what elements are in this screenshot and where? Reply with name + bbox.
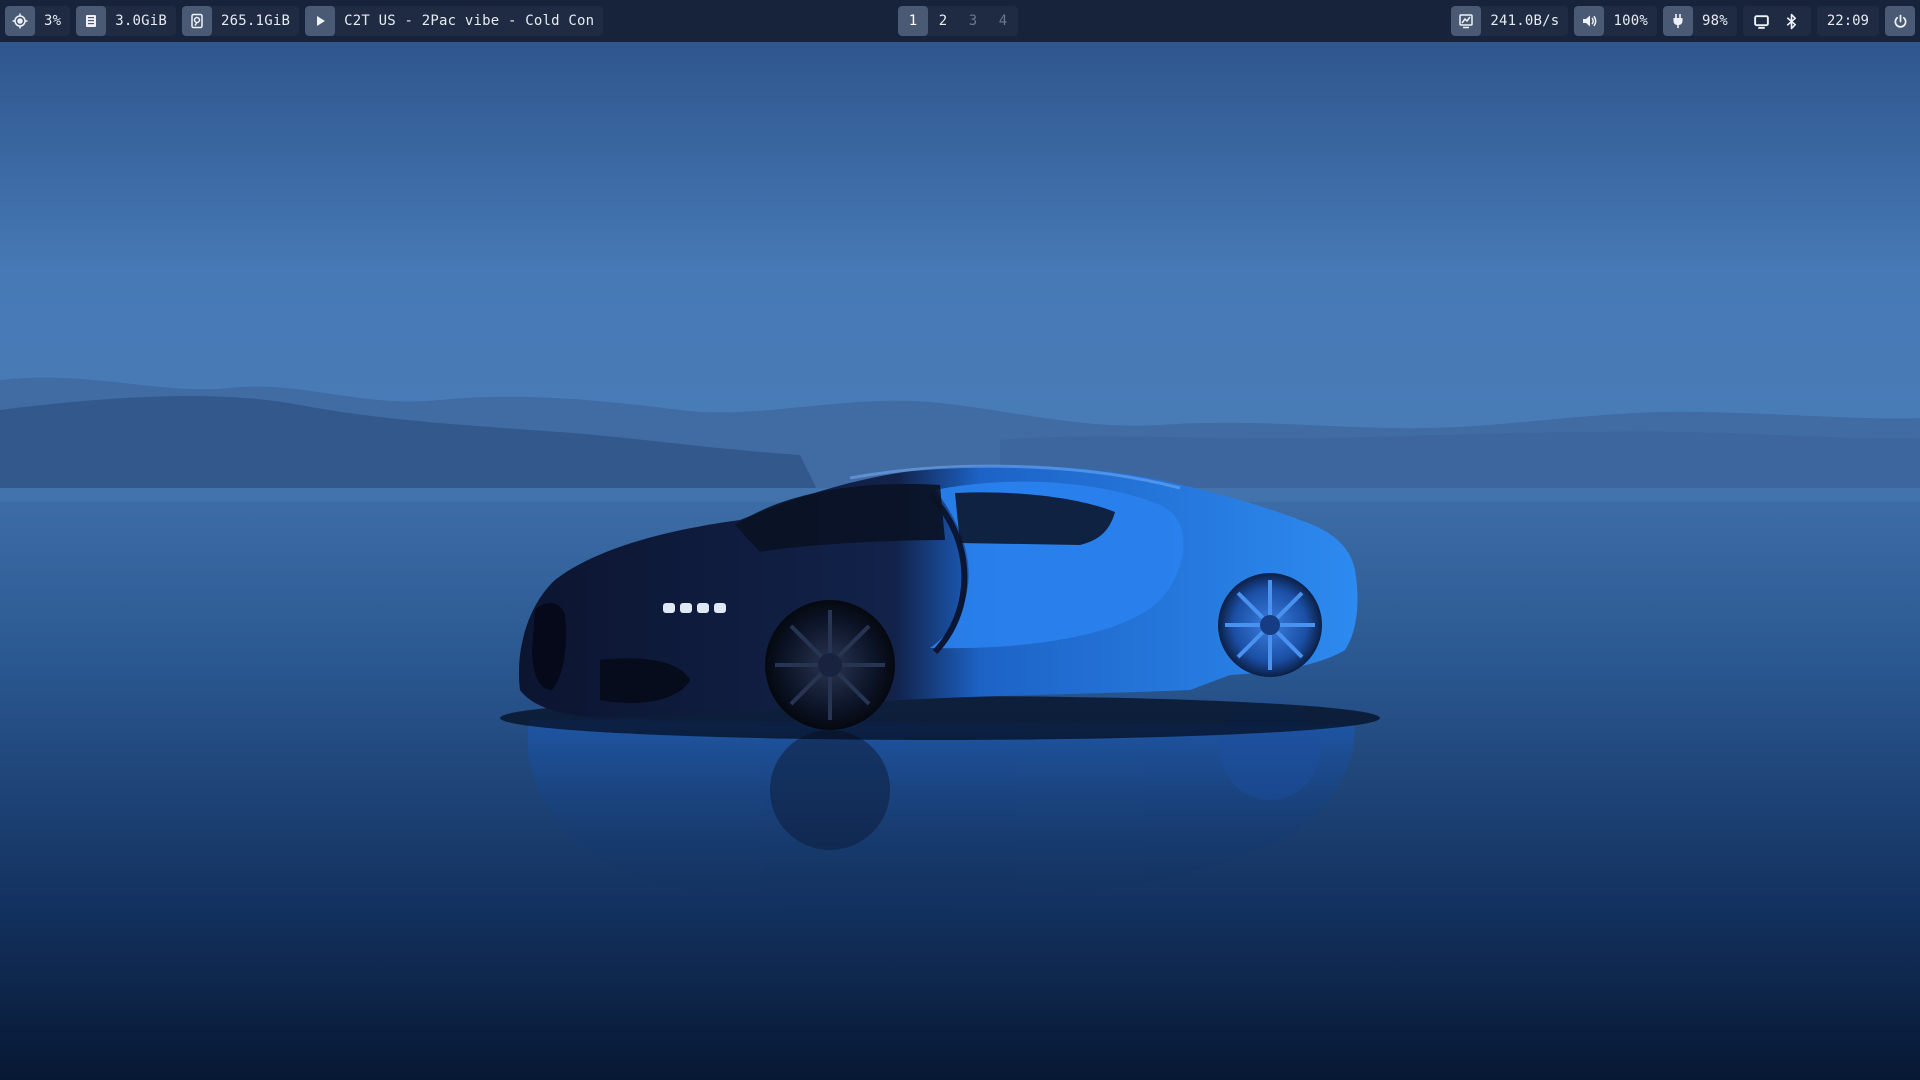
monitor-icon[interactable] — [1749, 6, 1775, 36]
disk-icon — [182, 6, 213, 36]
network-speed: 241.0B/s — [1490, 13, 1560, 29]
volume-icon — [1574, 6, 1605, 36]
bar-right-modules: 241.0B/s 100% 98% 22:09 — [1451, 6, 1915, 36]
power-button[interactable] — [1885, 6, 1915, 36]
cpu-icon — [5, 6, 35, 36]
bluetooth-icon[interactable] — [1779, 6, 1805, 36]
clock-time: 22:09 — [1826, 13, 1869, 29]
system-tray — [1742, 6, 1811, 36]
workspace-4[interactable]: 4 — [988, 6, 1018, 36]
cpu-module[interactable]: 3% — [5, 6, 71, 36]
memory-usage: 3.0GiB — [115, 13, 168, 29]
desktop-wallpaper — [0, 0, 1920, 1080]
battery-module[interactable]: 98% — [1662, 6, 1737, 36]
cpu-usage: 3% — [44, 13, 62, 29]
disk-module[interactable]: 265.1GiB — [182, 6, 300, 36]
workspace-2[interactable]: 2 — [928, 6, 958, 36]
battery-plug-icon — [1662, 6, 1693, 36]
power-icon — [1893, 14, 1908, 29]
media-module[interactable]: C2T US - 2Pac vibe - Cold Con — [305, 6, 604, 36]
volume-module[interactable]: 100% — [1574, 6, 1657, 36]
clock[interactable]: 22:09 — [1816, 6, 1879, 36]
play-icon[interactable] — [305, 6, 336, 36]
disk-usage: 265.1GiB — [221, 13, 291, 29]
network-icon — [1451, 6, 1482, 36]
workspace-1[interactable]: 1 — [898, 6, 928, 36]
memory-module[interactable]: 3.0GiB — [76, 6, 177, 36]
battery-level: 98% — [1701, 13, 1728, 29]
workspace-switcher: 1 2 3 4 — [898, 6, 1018, 36]
memory-icon — [76, 6, 107, 36]
top-status-bar: 3% 3.0GiB 265.1GiB C2T US - 2Pac vibe - … — [0, 0, 1920, 42]
volume-level: 100% — [1613, 13, 1648, 29]
workspace-3[interactable]: 3 — [958, 6, 988, 36]
network-module[interactable]: 241.0B/s — [1451, 6, 1569, 36]
media-title: C2T US - 2Pac vibe - Cold Con — [344, 13, 595, 29]
bar-left-modules: 3% 3.0GiB 265.1GiB C2T US - 2Pac vibe - … — [5, 6, 604, 36]
